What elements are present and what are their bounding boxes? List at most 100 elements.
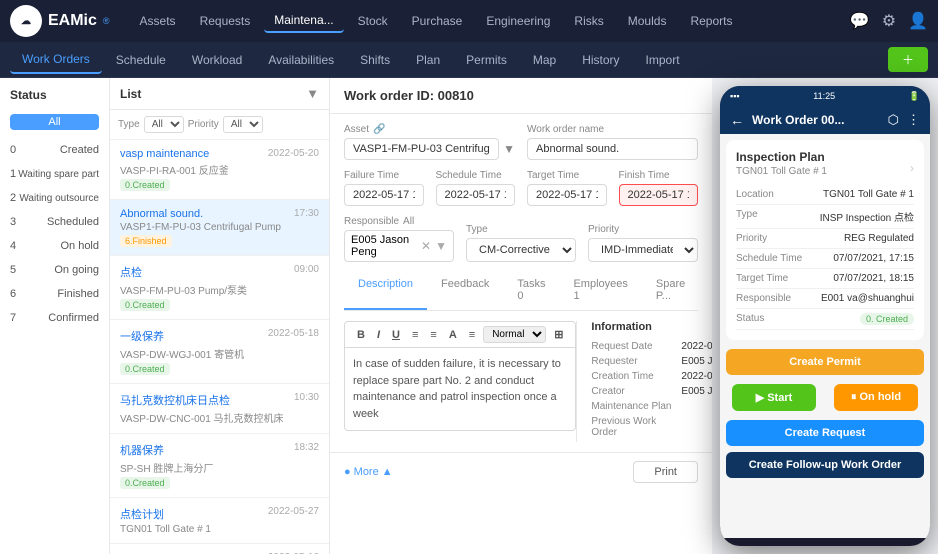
status-on-hold[interactable]: 4 On hold (0, 234, 109, 258)
priority-select[interactable]: IMD-Immediate ! (588, 238, 698, 262)
asset-dropdown-icon[interactable]: ▼ (503, 142, 515, 156)
asset-link-icon[interactable]: 🔗 (373, 124, 385, 135)
new-workorder-button[interactable]: ＋ (888, 47, 928, 72)
responsible-dropdown-icon[interactable]: ▼ (435, 239, 447, 253)
list-item-sub: SP-SH 胜牌上海分厂 (120, 460, 319, 475)
priority-filter-select[interactable]: All (223, 116, 263, 133)
create-followup-button[interactable]: Create Follow-up Work Order (726, 452, 924, 478)
asset-input[interactable] (344, 138, 499, 160)
on-hold-button[interactable]: ⏸ On hold (834, 384, 918, 411)
bold-button[interactable]: B (353, 328, 369, 342)
settings-icon[interactable]: ⚙ (882, 11, 896, 31)
subnav-workload[interactable]: Workload (180, 47, 254, 73)
mobile-row-type: Type INSP Inspection 点检 (736, 205, 914, 229)
underline-button[interactable]: U (388, 328, 404, 342)
mobile-panel: ▪▪▪ 11:25 🔋 ← Work Order 00... ⬡ ⋮ Inspe… (720, 86, 930, 546)
list-item-sub: VASP-DW-WGJ-001 寄管机 (120, 346, 319, 361)
list-item-sub: VASP1-FM-PU-03 Centrifugal Pump (120, 222, 319, 233)
mobile-share-icon[interactable]: ⬡ (888, 112, 899, 128)
priority-group: Priority IMD-Immediate ! (588, 224, 698, 262)
list-item[interactable]: 点检 09:00 VASP-FM-PU-03 Pump/泵类 0.Created (110, 256, 329, 320)
editor-section: B I U ≡ ≡ A ≡ Normal ⊞ In case of sudden… (344, 321, 576, 442)
subnav-history[interactable]: History (570, 47, 631, 73)
info-requester: Requester E005 Jas... (591, 356, 712, 367)
nav-stock[interactable]: Stock (348, 10, 398, 32)
nav-purchase[interactable]: Purchase (402, 10, 473, 32)
start-button[interactable]: ▶ Start (732, 384, 816, 411)
tab-feedback[interactable]: Feedback (427, 272, 503, 310)
top-navigation: ☁ EAMic ® Assets Requests Maintena... St… (0, 0, 938, 42)
italic-button[interactable]: I (373, 328, 384, 342)
nav-moulds[interactable]: Moulds (618, 10, 677, 32)
mobile-row-schedule: Schedule Time 07/07/2021, 17:15 (736, 249, 914, 269)
status-confirmed[interactable]: 7 Confirmed (0, 306, 109, 330)
nav-requests[interactable]: Requests (190, 10, 261, 32)
subnav-shifts[interactable]: Shifts (348, 47, 402, 73)
tab-tasks[interactable]: Tasks 0 (503, 272, 559, 310)
type-select[interactable]: CM-Corrective ! (466, 238, 576, 262)
work-order-name-input[interactable] (527, 138, 698, 160)
list-item-sub: VASP-PI-RA-001 反应釜 (120, 162, 319, 177)
nav-risks[interactable]: Risks (564, 10, 613, 32)
detail-body: Asset 🔗 ▼ Work order name Failure Time (330, 114, 712, 452)
list-item[interactable]: 点检计划 2022-05-27 TGN01 Toll Gate # 1 (110, 498, 329, 544)
nav-reports[interactable]: Reports (680, 10, 742, 32)
font-size-select[interactable]: Normal (483, 326, 546, 343)
tab-description[interactable]: Description (344, 272, 427, 310)
status-all-button[interactable]: All (10, 114, 99, 130)
list-item[interactable]: 一级保养 2022-05-18 VASP-DW-WGJ-001 寄管机 0.Cr… (110, 320, 329, 384)
mobile-back-button[interactable]: ← (730, 112, 744, 128)
subnav-plan[interactable]: Plan (404, 47, 452, 73)
create-permit-button[interactable]: Create Permit (726, 349, 924, 375)
subnav-import[interactable]: Import (634, 47, 692, 73)
status-on-going[interactable]: 5 On going (0, 258, 109, 282)
nav-maintenance[interactable]: Maintena... (264, 9, 343, 33)
status-created[interactable]: 0 Created (0, 138, 109, 162)
user-icon[interactable]: 👤 (908, 11, 928, 31)
list-item[interactable]: 马扎克数控机床日点检 10:30 VASP-DW-CNC-001 马扎克数控机床 (110, 384, 329, 434)
subnav-workorders[interactable]: Work Orders (10, 46, 102, 74)
mobile-menu-icon[interactable]: ⋮ (907, 112, 920, 128)
list-item[interactable]: 点检 2022-05-16 VASP-FM-PU-03 Pump/泵类 0.Cr… (110, 544, 329, 554)
list-item[interactable]: Abnormal sound. 17:30 VASP1-FM-PU-03 Cen… (110, 200, 329, 256)
subnav-map[interactable]: Map (521, 47, 568, 73)
print-button[interactable]: Print (633, 461, 698, 483)
chat-icon[interactable]: 💬 (850, 11, 870, 31)
tab-spare-parts[interactable]: Spare P... (642, 272, 699, 310)
schedule-time-input[interactable] (436, 184, 516, 206)
responsible-group: Responsible All E005 Jason Peng ✕ ▼ (344, 216, 454, 262)
tab-employees[interactable]: Employees 1 (559, 272, 641, 310)
app-logo[interactable]: ☁ EAMic ® (10, 5, 110, 37)
list-item[interactable]: 机器保养 18:32 SP-SH 胜牌上海分厂 0.Created (110, 434, 329, 498)
failure-time-input[interactable] (344, 184, 424, 206)
work-order-list: List ▼ Type All Priority All vasp mainte… (110, 78, 330, 554)
work-order-name-label: Work order name (527, 124, 698, 135)
target-time-input[interactable] (527, 184, 607, 206)
nav-assets[interactable]: Assets (130, 10, 186, 32)
list-button[interactable]: ≡ (408, 328, 422, 342)
editor-content[interactable]: In case of sudden failure, it is necessa… (344, 347, 576, 431)
type-filter-select[interactable]: All (144, 116, 184, 133)
status-finished[interactable]: 6 Finished (0, 282, 109, 306)
more-button[interactable]: ● More ▲ (344, 466, 393, 478)
nav-engineering[interactable]: Engineering (476, 10, 560, 32)
list2-button[interactable]: ≡ (426, 328, 440, 342)
work-order-id: Work order ID: 00810 (330, 78, 712, 114)
status-waiting-outsource[interactable]: 2 Waiting outsource (0, 186, 109, 210)
subnav-schedule[interactable]: Schedule (104, 47, 178, 73)
responsible-clear-icon[interactable]: ✕ (421, 239, 431, 253)
status-waiting-spare[interactable]: 1 Waiting spare part (0, 162, 109, 186)
list-item[interactable]: vasp maintenance 2022-05-20 VASP-PI-RA-0… (110, 140, 329, 200)
grid-button[interactable]: ⊞ (550, 327, 567, 342)
card-chevron-icon[interactable]: › (910, 161, 914, 175)
main-content: Status All 0 Created 1 Waiting spare par… (0, 78, 938, 554)
work-order-detail: Work order ID: 00810 Asset 🔗 ▼ Work orde… (330, 78, 712, 554)
subnav-permits[interactable]: Permits (454, 47, 519, 73)
create-request-button[interactable]: Create Request (726, 420, 924, 446)
color-button[interactable]: A (445, 328, 461, 342)
filter-icon[interactable]: ▼ (306, 86, 319, 101)
finish-time-input[interactable] (619, 184, 699, 206)
status-scheduled[interactable]: 3 Scheduled (0, 210, 109, 234)
subnav-availabilities[interactable]: Availabilities (256, 47, 346, 73)
align-button[interactable]: ≡ (465, 328, 479, 342)
